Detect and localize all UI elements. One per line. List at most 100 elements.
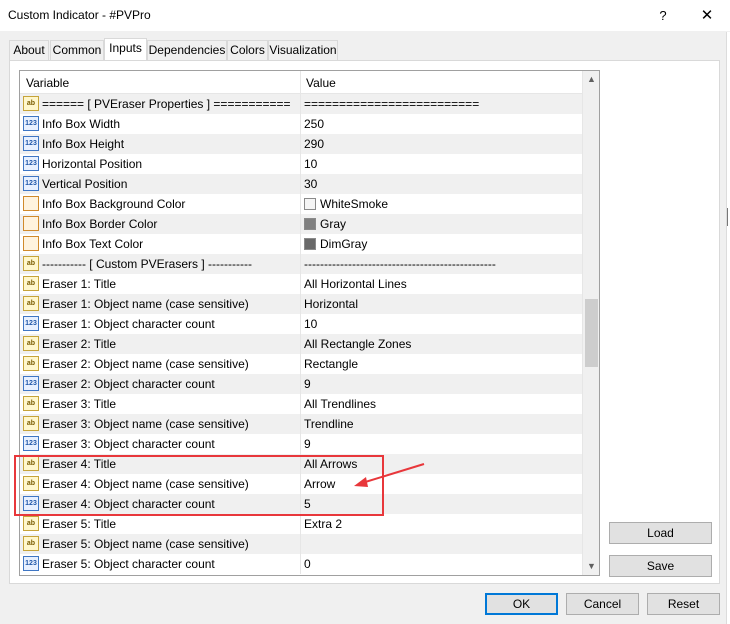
color-swatch[interactable] [304, 198, 316, 210]
cell-divider [300, 414, 301, 434]
text-icon: ab [23, 396, 39, 411]
close-button[interactable]: ✕ [692, 3, 722, 29]
value-cell[interactable]: 10 [304, 317, 317, 331]
grid-header: Variable Value [20, 71, 582, 94]
table-row[interactable]: ab Eraser 5: Object name (case sensitive) [20, 534, 582, 554]
table-row[interactable]: Info Box Border Color Gray [20, 214, 582, 234]
table-row[interactable]: ab Eraser 1: Object name (case sensitive)… [20, 294, 582, 314]
table-row[interactable]: ab ====== [ PVEraser Properties ] =======… [20, 94, 582, 114]
column-divider[interactable] [300, 71, 301, 94]
value-cell[interactable]: All Trendlines [304, 397, 376, 411]
table-row[interactable]: 123 Eraser 2: Object character count 9 [20, 374, 582, 394]
value-cell[interactable]: WhiteSmoke [320, 197, 388, 211]
number-icon: 123 [23, 316, 39, 331]
variable-name: Info Box Background Color [42, 197, 186, 211]
tab-visualization[interactable]: Visualization [268, 40, 338, 60]
column-header-variable[interactable]: Variable [26, 76, 69, 90]
scroll-down-icon[interactable]: ▼ [583, 558, 600, 575]
table-row[interactable]: ab Eraser 3: Title All Trendlines [20, 394, 582, 414]
value-cell[interactable]: 9 [304, 377, 311, 391]
variable-name: Eraser 2: Object name (case sensitive) [42, 357, 249, 371]
load-button[interactable]: Load [609, 522, 712, 544]
cell-divider [300, 394, 301, 414]
cell-divider [300, 94, 301, 114]
highlight-box [14, 455, 384, 516]
table-row[interactable]: Info Box Background Color WhiteSmoke [20, 194, 582, 214]
value-cell[interactable]: 30 [304, 177, 317, 191]
table-row[interactable]: ab Eraser 2: Object name (case sensitive)… [20, 354, 582, 374]
cell-divider [300, 554, 301, 574]
table-row[interactable]: 123 Horizontal Position 10 [20, 154, 582, 174]
value-cell[interactable]: 9 [304, 437, 311, 451]
table-row[interactable]: ab Eraser 3: Object name (case sensitive)… [20, 414, 582, 434]
text-icon: ab [23, 256, 39, 271]
text-icon: ab [23, 356, 39, 371]
cell-divider [300, 334, 301, 354]
cell-divider [300, 254, 301, 274]
variable-name: ====== [ PVEraser Properties ] =========… [42, 97, 291, 111]
table-row[interactable]: ab Eraser 2: Title All Rectangle Zones [20, 334, 582, 354]
variable-name: Eraser 3: Title [42, 397, 117, 411]
value-cell[interactable]: ========================= [304, 97, 479, 111]
number-icon: 123 [23, 436, 39, 451]
color-swatch[interactable] [304, 218, 316, 230]
variable-name: Eraser 5: Title [42, 517, 117, 531]
cell-divider [300, 374, 301, 394]
value-cell[interactable]: 10 [304, 157, 317, 171]
value-cell[interactable]: All Horizontal Lines [304, 277, 407, 291]
value-cell[interactable]: 290 [304, 137, 324, 151]
text-icon: ab [23, 536, 39, 551]
color-swatch[interactable] [304, 238, 316, 250]
value-cell[interactable]: DimGray [320, 237, 367, 251]
cancel-button[interactable]: Cancel [566, 593, 639, 615]
cell-divider [300, 134, 301, 154]
table-row[interactable]: 123 Eraser 1: Object character count 10 [20, 314, 582, 334]
vertical-scrollbar[interactable]: ▲ ▼ [582, 71, 599, 575]
ok-button[interactable]: OK [485, 593, 558, 615]
table-row[interactable]: ab Eraser 5: Title Extra 2 [20, 514, 582, 534]
table-row[interactable]: ab Eraser 1: Title All Horizontal Lines [20, 274, 582, 294]
variable-name: Eraser 3: Object character count [42, 437, 215, 451]
table-row[interactable]: 123 Eraser 5: Object character count 0 [20, 554, 582, 574]
variable-name: Eraser 5: Object name (case sensitive) [42, 537, 249, 551]
value-cell[interactable]: Gray [320, 217, 346, 231]
scroll-up-icon[interactable]: ▲ [583, 71, 600, 88]
cell-divider [300, 274, 301, 294]
column-header-value[interactable]: Value [306, 76, 336, 90]
value-cell[interactable]: Extra 2 [304, 517, 342, 531]
text-icon: ab [23, 336, 39, 351]
number-icon: 123 [23, 116, 39, 131]
table-row[interactable]: 123 Info Box Height 290 [20, 134, 582, 154]
table-row[interactable]: 123 Vertical Position 30 [20, 174, 582, 194]
table-row[interactable]: Info Box Text Color DimGray [20, 234, 582, 254]
tab-dependencies[interactable]: Dependencies [147, 40, 227, 60]
table-row[interactable]: 123 Eraser 3: Object character count 9 [20, 434, 582, 454]
variable-name: Eraser 1: Title [42, 277, 117, 291]
help-button[interactable]: ? [648, 3, 678, 29]
number-icon: 123 [23, 376, 39, 391]
cell-divider [300, 294, 301, 314]
scroll-thumb[interactable] [585, 299, 598, 367]
value-cell[interactable]: Horizontal [304, 297, 358, 311]
value-cell[interactable]: Rectangle [304, 357, 358, 371]
number-icon: 123 [23, 136, 39, 151]
variable-name: Eraser 3: Object name (case sensitive) [42, 417, 249, 431]
reset-button[interactable]: Reset [647, 593, 720, 615]
value-cell[interactable]: Trendline [304, 417, 354, 431]
value-cell[interactable]: All Rectangle Zones [304, 337, 411, 351]
value-cell[interactable]: 0 [304, 557, 311, 571]
variable-name: Info Box Height [42, 137, 125, 151]
tab-inputs[interactable]: Inputs [104, 38, 147, 61]
table-row[interactable]: 123 Info Box Width 250 [20, 114, 582, 134]
text-icon: ab [23, 276, 39, 291]
tab-common[interactable]: Common [50, 40, 104, 60]
value-cell[interactable]: ----------------------------------------… [304, 257, 496, 271]
window-title: Custom Indicator - #PVPro [8, 8, 151, 22]
tab-about[interactable]: About [9, 40, 49, 60]
number-icon: 123 [23, 156, 39, 171]
tab-colors[interactable]: Colors [227, 40, 268, 60]
value-cell[interactable]: 250 [304, 117, 324, 131]
save-button[interactable]: Save [609, 555, 712, 577]
table-row[interactable]: ab ----------- [ Custom PVErasers ] -----… [20, 254, 582, 274]
variable-name: ----------- [ Custom PVErasers ] -------… [42, 257, 252, 271]
